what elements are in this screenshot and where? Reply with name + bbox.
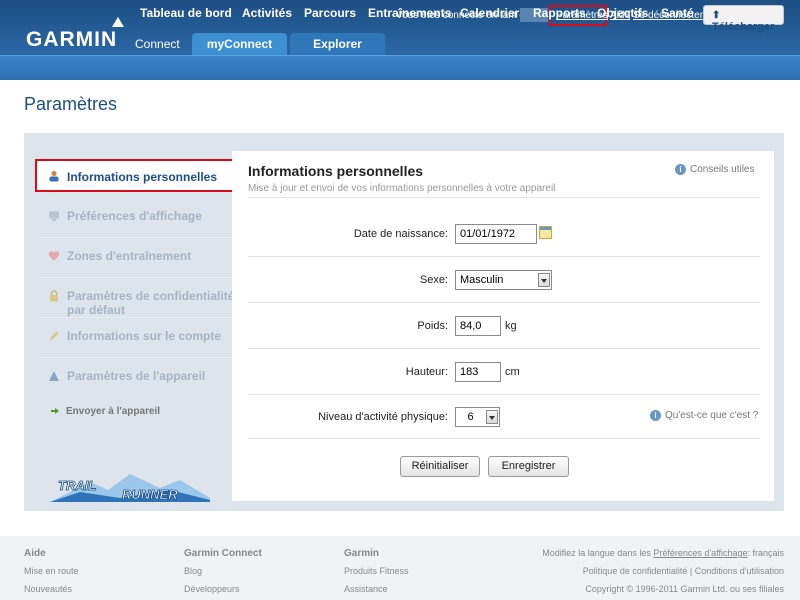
sidebar-item-label: Paramètres de confidentialité par défaut	[67, 289, 235, 317]
sidebar-divider	[35, 357, 232, 358]
chevron-down-icon[interactable]	[538, 273, 550, 287]
field-divider	[248, 438, 760, 439]
pencil-icon	[50, 331, 59, 340]
sidebar-item-training-zones[interactable]: Zones d'entraînement	[35, 239, 235, 277]
sidebar-item-label: Informations sur le compte	[67, 329, 222, 343]
field-divider	[248, 302, 760, 303]
logo-triangle-icon	[112, 17, 124, 27]
display-prefs-link[interactable]: Préférences d'affichage	[653, 548, 747, 558]
sidebar-divider	[35, 277, 232, 278]
trail-text: TRAIL	[58, 478, 96, 493]
what-is-this-link[interactable]: Qu'est-ce que c'est ?	[665, 410, 758, 421]
sex-label: Sexe:	[419, 274, 448, 286]
height-unit: cm	[505, 366, 520, 378]
sidebar-item-label: Préférences d'affichage	[67, 209, 202, 223]
sidebar-item-personal-info[interactable]: Informations personnelles	[35, 159, 235, 192]
monitor-icon	[49, 211, 59, 221]
garmin-logo[interactable]: GARMIN	[26, 28, 117, 52]
field-divider	[248, 256, 760, 257]
field-divider	[248, 394, 760, 395]
upload-arrow-icon: ⬆	[712, 10, 721, 21]
nav-courses[interactable]: Parcours	[304, 6, 356, 20]
nav-calendar[interactable]: Calendrier	[460, 6, 519, 20]
trail-runner-logo: TRAIL RUNNER	[50, 474, 210, 502]
sidebar-item-privacy[interactable]: Paramètres de confidentialité par défaut	[35, 279, 235, 317]
tab-myconnect[interactable]: myConnect	[192, 33, 287, 55]
sex-select[interactable]: Masculin	[455, 270, 552, 290]
sidebar-item-label: Zones d'entraînement	[67, 249, 192, 263]
weight-input[interactable]	[455, 316, 501, 336]
language-suffix: : français	[747, 548, 784, 558]
footer-link-developers[interactable]: Développeurs	[184, 584, 240, 594]
activity-label: Niveau d'activité physique:	[318, 411, 448, 423]
sidebar-item-device-settings[interactable]: Paramètres de l'appareil	[35, 359, 235, 397]
sidebar-divider	[35, 237, 232, 238]
footer-garmin-title: Garmin	[344, 548, 380, 559]
nav-goals[interactable]: Objectifs	[597, 6, 648, 20]
tab-explorer[interactable]: Explorer	[290, 33, 385, 55]
footer-link-getting-started[interactable]: Mise en route	[24, 566, 79, 576]
page-title: Paramètres	[24, 94, 118, 114]
send-to-device-link[interactable]: Envoyer à l'appareil	[66, 406, 160, 417]
download-button[interactable]: ⬆ Télécharger	[703, 5, 784, 33]
arrow-right-icon	[51, 408, 59, 414]
main-nav	[0, 55, 800, 80]
useful-tips-link[interactable]: Conseils utiles	[690, 164, 754, 175]
sidebar-divider	[35, 317, 232, 318]
footer-link-support[interactable]: Assistance	[344, 584, 388, 594]
person-icon	[49, 170, 59, 182]
info-icon: i	[650, 410, 661, 421]
nav-activities[interactable]: Activités	[242, 6, 292, 20]
lock-icon	[50, 290, 58, 302]
footer-language-text: Modifiez la langue dans les Préférences …	[484, 548, 784, 558]
weight-label: Poids:	[417, 320, 448, 332]
dob-input[interactable]	[455, 224, 537, 244]
info-icon: i	[675, 164, 686, 175]
sex-value: Masculin	[460, 274, 504, 286]
privacy-link[interactable]: Politique de confidentialité	[583, 566, 688, 576]
save-button[interactable]: Enregistrer	[488, 456, 569, 477]
weight-unit: kg	[505, 320, 517, 332]
runner-text: RUNNER	[122, 487, 178, 502]
sidebar-item-display-prefs[interactable]: Préférences d'affichage	[35, 199, 235, 237]
language-prefix: Modifiez la langue dans les	[542, 548, 651, 558]
reset-button[interactable]: Réinitialiser	[400, 456, 480, 477]
height-label: Hauteur:	[405, 366, 448, 378]
sidebar-item-label: Paramètres de l'appareil	[67, 369, 206, 383]
terms-link[interactable]: Conditions d'utilisation	[695, 566, 784, 576]
footer-link-news[interactable]: Nouveautés	[24, 584, 72, 594]
sidebar-item-label: Informations personnelles	[67, 170, 218, 184]
height-input[interactable]	[455, 362, 501, 382]
footer-help-title: Aide	[24, 548, 46, 559]
footer-legal-links: Politique de confidentialité | Condition…	[582, 566, 784, 576]
calendar-icon[interactable]	[539, 226, 552, 239]
activity-value: 6	[467, 411, 474, 423]
sidebar-item-account-info[interactable]: Informations sur le compte	[35, 319, 235, 357]
download-label: Télécharger	[712, 21, 775, 33]
nav-dashboard[interactable]: Tableau de bord	[140, 6, 232, 20]
footer-link-fitness-products[interactable]: Produits Fitness	[344, 566, 409, 576]
triangle-icon	[49, 371, 59, 381]
section-title: Informations personnelles	[248, 163, 424, 179]
footer-copyright: Copyright © 1996-2011 Garmin Ltd. ou ses…	[585, 584, 784, 594]
footer-link-blog[interactable]: Blog	[184, 566, 202, 576]
heart-icon	[48, 251, 60, 261]
nav-workouts[interactable]: Entraînements	[368, 6, 451, 20]
field-divider	[248, 348, 760, 349]
footer-garmin-connect-title: Garmin Connect	[184, 548, 262, 559]
nav-reports[interactable]: Rapports	[533, 6, 586, 20]
activity-select[interactable]: 6	[455, 407, 500, 427]
logo-connect-text: Connect	[135, 37, 180, 51]
section-subtitle: Mise à jour et envoi de vos informations…	[248, 183, 556, 194]
dob-label: Date de naissance:	[353, 228, 448, 240]
nav-health[interactable]: Santé	[661, 6, 694, 20]
chevron-down-icon[interactable]	[486, 410, 498, 424]
section-divider	[248, 197, 760, 198]
